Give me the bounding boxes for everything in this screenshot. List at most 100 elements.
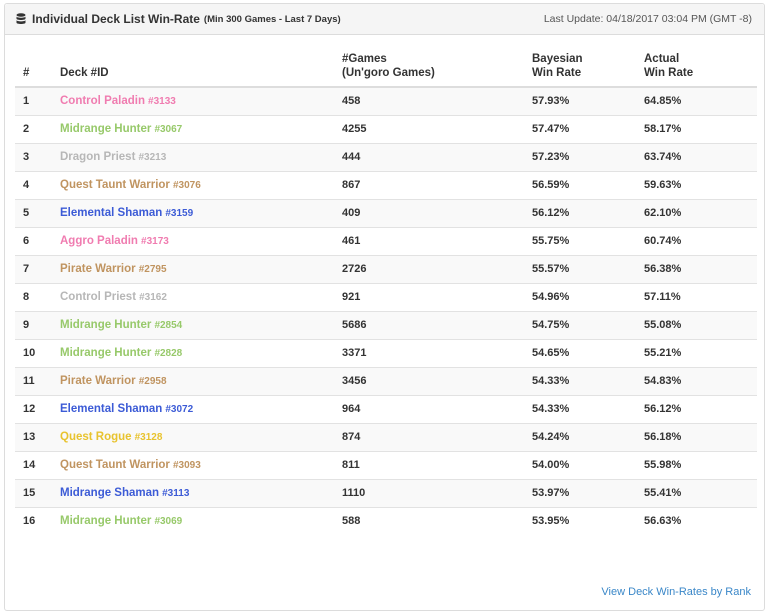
games-cell: 874 bbox=[342, 423, 532, 452]
deck-id[interactable]: #2828 bbox=[154, 348, 182, 359]
bayesian-winrate-cell: 53.95% bbox=[532, 515, 570, 528]
deck-cell: Control Priest #3162 bbox=[60, 283, 342, 312]
games-cell: 461 bbox=[342, 227, 532, 256]
deck-id[interactable]: #3076 bbox=[173, 180, 201, 191]
games-cell: 3456 bbox=[342, 367, 532, 396]
games-cell: 2726 bbox=[342, 255, 532, 284]
deck-id[interactable]: #2958 bbox=[139, 376, 167, 387]
rank-cell: 8 bbox=[15, 283, 60, 312]
deck-name-link[interactable]: Dragon Priest bbox=[60, 151, 135, 163]
table-row: 11 Pirate Warrior #2958 3456 54.33% 54.83% bbox=[15, 367, 757, 396]
column-header-rank: # bbox=[15, 52, 60, 88]
deck-id[interactable]: #3162 bbox=[139, 292, 167, 303]
actual-winrate-cell: 56.18% bbox=[644, 423, 757, 452]
deck-id[interactable]: #2795 bbox=[139, 264, 167, 275]
table-row: 16 Midrange Hunter #3069 588 53.95% 56.63% bbox=[15, 507, 757, 535]
deck-id[interactable]: #3173 bbox=[141, 236, 169, 247]
deck-id[interactable]: #3159 bbox=[165, 208, 193, 219]
actual-winrate-cell: 62.10% bbox=[644, 199, 757, 228]
database-icon bbox=[16, 13, 26, 24]
games-cell: 964 bbox=[342, 395, 532, 424]
bayesian-winrate-cell: 55.75% bbox=[532, 227, 644, 256]
deck-name-link[interactable]: Control Paladin bbox=[60, 95, 145, 107]
deck-id[interactable]: #3069 bbox=[154, 516, 182, 527]
bayesian-winrate-cell: 57.47% bbox=[532, 115, 644, 144]
rank-cell: 3 bbox=[15, 143, 60, 172]
deck-id[interactable]: #3067 bbox=[154, 124, 182, 135]
table-row: 14 Quest Taunt Warrior #3093 811 54.00% 55.9… bbox=[15, 451, 757, 480]
rank-cell: 14 bbox=[15, 451, 60, 480]
deck-id[interactable]: #3133 bbox=[148, 96, 176, 107]
column-header-actual: Actual Win Rate bbox=[644, 52, 757, 88]
table-row: 7 Pirate Warrior #2795 2726 55.57% 56.38% bbox=[15, 255, 757, 284]
games-cell: 1110 bbox=[342, 479, 532, 508]
deck-name-link[interactable]: Midrange Hunter bbox=[60, 515, 151, 527]
deck-name-link[interactable]: Midrange Hunter bbox=[60, 123, 151, 135]
actual-winrate-cell: 60.74% bbox=[644, 227, 757, 256]
bayesian-winrate-cell: 54.00% bbox=[532, 451, 644, 480]
deck-name-link[interactable]: Quest Rogue bbox=[60, 431, 132, 443]
games-cell: 867 bbox=[342, 171, 532, 200]
deck-name-link[interactable]: Pirate Warrior bbox=[60, 263, 136, 275]
deck-id[interactable]: #3113 bbox=[162, 488, 189, 499]
deck-name-link[interactable]: Elemental Shaman bbox=[60, 207, 162, 219]
deck-name-link[interactable]: Control Priest bbox=[60, 291, 136, 303]
actual-winrate-cell: 57.11% bbox=[644, 283, 757, 312]
bayesian-winrate-cell: 57.93% bbox=[532, 87, 644, 116]
actual-winrate-cell: 64.85% bbox=[644, 87, 757, 116]
deck-cell: Midrange Hunter #3069 bbox=[60, 507, 342, 535]
deck-cell: Midrange Shaman #3113 bbox=[60, 479, 342, 508]
games-cell: 5686 bbox=[342, 311, 532, 340]
actual-winrate-cell: 55.21% bbox=[644, 339, 757, 368]
deck-cell: Dragon Priest #3213 bbox=[60, 143, 342, 172]
deck-id[interactable]: #3072 bbox=[165, 404, 193, 415]
table-row: 1 Control Paladin #3133 458 57.93% 64.85% bbox=[15, 87, 757, 116]
table-header-row: # Deck #ID #Games (Un'goro Games) Bayesi… bbox=[15, 52, 757, 88]
deck-name-link[interactable]: Midrange Hunter bbox=[60, 347, 151, 359]
deck-cell: Midrange Hunter #2854 bbox=[60, 311, 342, 340]
deck-id[interactable]: #2854 bbox=[154, 320, 182, 331]
bayesian-winrate-cell: 57.23% bbox=[532, 143, 644, 172]
deck-cell: Midrange Hunter #3067 bbox=[60, 115, 342, 144]
actual-winrate-cell: 55.08% bbox=[644, 311, 757, 340]
table-row: 3 Dragon Priest #3213 444 57.23% 63.74% bbox=[15, 143, 757, 172]
actual-winrate-cell: 63.74% bbox=[644, 143, 757, 172]
panel-subtitle: (Min 300 Games - Last 7 Days) bbox=[203, 13, 341, 25]
deck-name-link[interactable]: Midrange Shaman bbox=[60, 487, 159, 499]
deck-id[interactable]: #3093 bbox=[173, 460, 201, 471]
actual-winrate-cell: 56.12% bbox=[644, 395, 757, 424]
deck-name-link[interactable]: Elemental Shaman bbox=[60, 403, 162, 415]
rank-cell: 4 bbox=[15, 171, 60, 200]
rank-cell: 15 bbox=[15, 479, 60, 508]
bayesian-winrate-cell: 54.33% bbox=[532, 395, 644, 424]
actual-winrate-cell: 55.41% bbox=[644, 479, 757, 508]
deck-id[interactable]: #3213 bbox=[138, 152, 166, 163]
games-cell: 4255 bbox=[342, 115, 532, 144]
deck-cell: Elemental Shaman #3159 bbox=[60, 199, 342, 228]
deck-name-link[interactable]: Quest Taunt Warrior bbox=[60, 459, 170, 471]
deck-name-link[interactable]: Aggro Paladin bbox=[60, 235, 138, 247]
rank-cell: 10 bbox=[15, 339, 60, 368]
actual-winrate-cell: 55.98% bbox=[644, 451, 757, 480]
view-deck-winrates-by-rank-link[interactable]: View Deck Win-Rates by Rank bbox=[601, 586, 751, 598]
deck-cell: Quest Rogue #3128 bbox=[60, 423, 342, 452]
actual-winrate-cell: 56.38% bbox=[644, 255, 757, 284]
deck-name-link[interactable]: Quest Taunt Warrior bbox=[60, 179, 170, 191]
games-cell: 3371 bbox=[342, 339, 532, 368]
rank-cell: 16 bbox=[23, 515, 36, 528]
rank-cell: 5 bbox=[15, 199, 60, 228]
deck-name-link[interactable]: Midrange Hunter bbox=[60, 319, 151, 331]
deck-winrate-panel: Individual Deck List Win-Rate (Min 300 G… bbox=[4, 3, 765, 611]
deck-cell: Pirate Warrior #2958 bbox=[60, 367, 342, 396]
bayesian-winrate-cell: 54.24% bbox=[532, 423, 644, 452]
panel-header: Individual Deck List Win-Rate (Min 300 G… bbox=[5, 4, 764, 35]
bayesian-winrate-cell: 54.96% bbox=[532, 283, 644, 312]
deck-cell: Elemental Shaman #3072 bbox=[60, 395, 342, 424]
table-row: 6 Aggro Paladin #3173 461 55.75% 60.74% bbox=[15, 227, 757, 256]
deck-name-link[interactable]: Pirate Warrior bbox=[60, 375, 136, 387]
games-cell: 921 bbox=[342, 283, 532, 312]
games-cell: 588 bbox=[342, 515, 361, 528]
rank-cell: 6 bbox=[15, 227, 60, 256]
deck-id[interactable]: #3128 bbox=[135, 432, 163, 443]
table-row: 9 Midrange Hunter #2854 5686 54.75% 55.08% bbox=[15, 311, 757, 340]
